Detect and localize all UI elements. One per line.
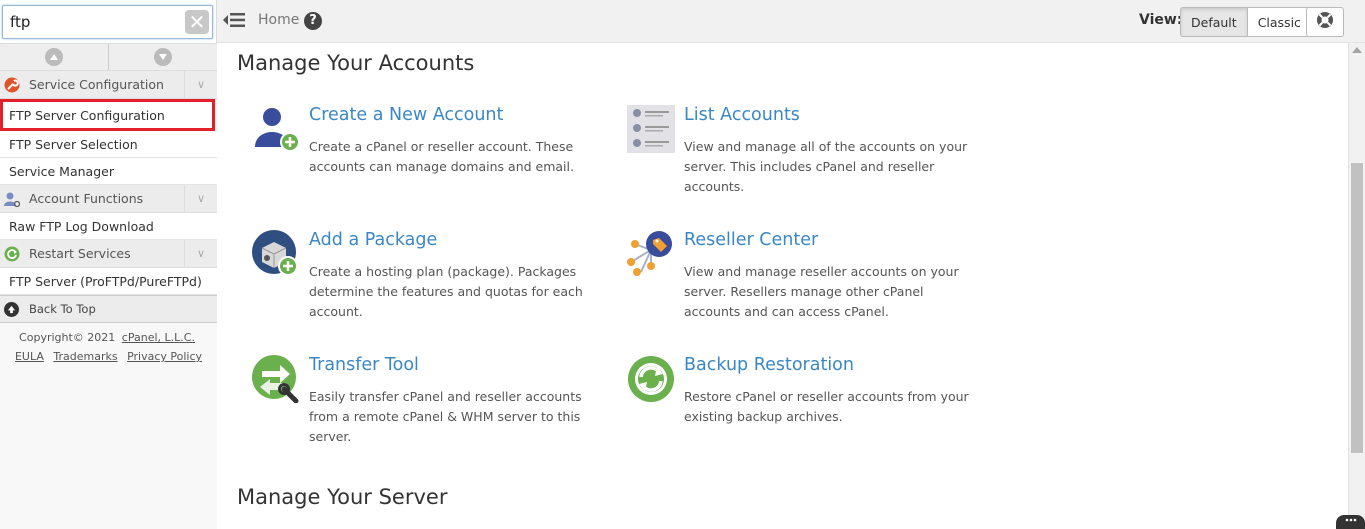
category-label: Account Functions — [29, 191, 144, 206]
add-package-link[interactable]: Add a Package — [309, 230, 437, 250]
view-toggle: Default Classic — [1180, 7, 1312, 37]
category-label: Restart Services — [29, 246, 131, 261]
sidebar-item-label: FTP Server Selection — [9, 136, 138, 152]
search-area: ✕ — [0, 0, 217, 43]
top-bar: Home ? View: Default Classic — [217, 0, 1365, 43]
scroll-thumb[interactable] — [1351, 163, 1363, 453]
sidebar-item-label: Raw FTP Log Download — [9, 218, 154, 234]
add-package-icon — [252, 230, 300, 278]
previous-match-button[interactable] — [0, 44, 109, 70]
add-user-icon — [252, 105, 300, 153]
main-content: Manage Your Accounts Create a New Accoun… — [217, 43, 1348, 529]
footer-links: EULA Trademarks Privacy Policy — [0, 347, 217, 366]
chevron-down-icon[interactable]: ∨ — [184, 71, 217, 98]
lifebuoy-icon — [1316, 11, 1334, 33]
sidebar-item-ftp-server-restart[interactable]: FTP Server (ProFTPd/PureFTPd) — [0, 268, 217, 295]
list-accounts-icon — [627, 105, 675, 153]
arrow-down-icon — [154, 48, 172, 66]
collapse-sidebar-icon[interactable] — [223, 11, 245, 29]
category-label: Service Configuration — [29, 77, 164, 92]
section-title-manage-accounts: Manage Your Accounts — [237, 51, 475, 75]
copyright-line: Copyright© 2021 cPanel, L.L.C. — [0, 328, 217, 347]
main-scrollbar[interactable] — [1348, 43, 1365, 529]
view-label: View: — [1139, 12, 1183, 28]
sidebar-menu: Service Configuration ∨ FTP Server Confi… — [0, 71, 217, 366]
view-default-button[interactable]: Default — [1181, 8, 1248, 36]
view-classic-button[interactable]: Classic — [1247, 8, 1311, 36]
chevron-down-icon[interactable]: ∨ — [184, 185, 217, 212]
sidebar-item-label: FTP Server Configuration — [9, 107, 165, 123]
chat-icon[interactable] — [1336, 515, 1365, 529]
create-account-description: Create a cPanel or reseller account. The… — [309, 139, 574, 174]
reseller-center-description: View and manage reseller accounts on you… — [684, 264, 959, 319]
user-settings-icon — [4, 191, 20, 207]
sidebar-item-ftp-server-selection[interactable]: FTP Server Selection — [0, 131, 217, 158]
backup-restoration-link[interactable]: Backup Restoration — [684, 355, 854, 375]
transfer-tool-link[interactable]: Transfer Tool — [309, 355, 419, 375]
sidebar-item-label: Service Manager — [9, 163, 114, 179]
copyright-text: Copyright© 2021 — [19, 331, 116, 344]
company-link[interactable]: cPanel, L.L.C. — [122, 331, 195, 344]
trademarks-link[interactable]: Trademarks — [53, 350, 117, 363]
add-package-description: Create a hosting plan (package). Package… — [309, 264, 583, 319]
arrow-up-icon — [4, 301, 19, 317]
eula-link[interactable]: EULA — [15, 350, 44, 363]
backup-restore-icon — [627, 355, 675, 403]
wrench-icon — [4, 77, 20, 93]
sidebar-item-raw-ftp-log-download[interactable]: Raw FTP Log Download — [0, 213, 217, 240]
sidebar-nav-arrows — [0, 43, 217, 71]
search-input[interactable] — [2, 5, 213, 39]
scroll-up-icon[interactable] — [1352, 47, 1362, 53]
sidebar-item-service-manager[interactable]: Service Manager — [0, 158, 217, 185]
category-account-functions[interactable]: Account Functions ∨ — [0, 185, 217, 213]
help-icon[interactable]: ? — [304, 12, 322, 30]
transfer-tool-description: Easily transfer cPanel and reseller acco… — [309, 389, 582, 444]
sidebar-footer: Copyright© 2021 cPanel, L.L.C. EULA Trad… — [0, 323, 217, 366]
sidebar-item-label: FTP Server (ProFTPd/PureFTPd) — [9, 273, 202, 289]
list-accounts-link[interactable]: List Accounts — [684, 105, 800, 125]
sidebar-item-ftp-server-configuration[interactable]: FTP Server Configuration — [0, 99, 215, 131]
back-to-top-label: Back To Top — [29, 302, 96, 316]
breadcrumb-home[interactable]: Home — [258, 12, 299, 28]
sidebar: ✕ Service Configuration ∨ FTP Server Con… — [0, 0, 217, 529]
chevron-down-icon[interactable]: ∨ — [184, 240, 217, 267]
list-accounts-description: View and manage all of the accounts on y… — [684, 139, 968, 194]
back-to-top-button[interactable]: Back To Top — [0, 295, 217, 323]
reseller-center-link[interactable]: Reseller Center — [684, 230, 818, 250]
support-button[interactable] — [1306, 7, 1344, 37]
reseller-center-icon — [627, 230, 675, 278]
next-match-button[interactable] — [109, 44, 217, 70]
create-account-link[interactable]: Create a New Account — [309, 105, 503, 125]
restart-icon — [4, 246, 20, 262]
privacy-policy-link[interactable]: Privacy Policy — [127, 350, 202, 363]
arrow-up-icon — [45, 48, 63, 66]
backup-restoration-description: Restore cPanel or reseller accounts from… — [684, 389, 969, 424]
clear-search-icon[interactable]: ✕ — [185, 10, 209, 34]
transfer-tool-icon — [252, 355, 300, 404]
section-title-manage-server: Manage Your Server — [237, 485, 448, 509]
category-restart-services[interactable]: Restart Services ∨ — [0, 240, 217, 268]
category-service-configuration[interactable]: Service Configuration ∨ — [0, 71, 217, 99]
